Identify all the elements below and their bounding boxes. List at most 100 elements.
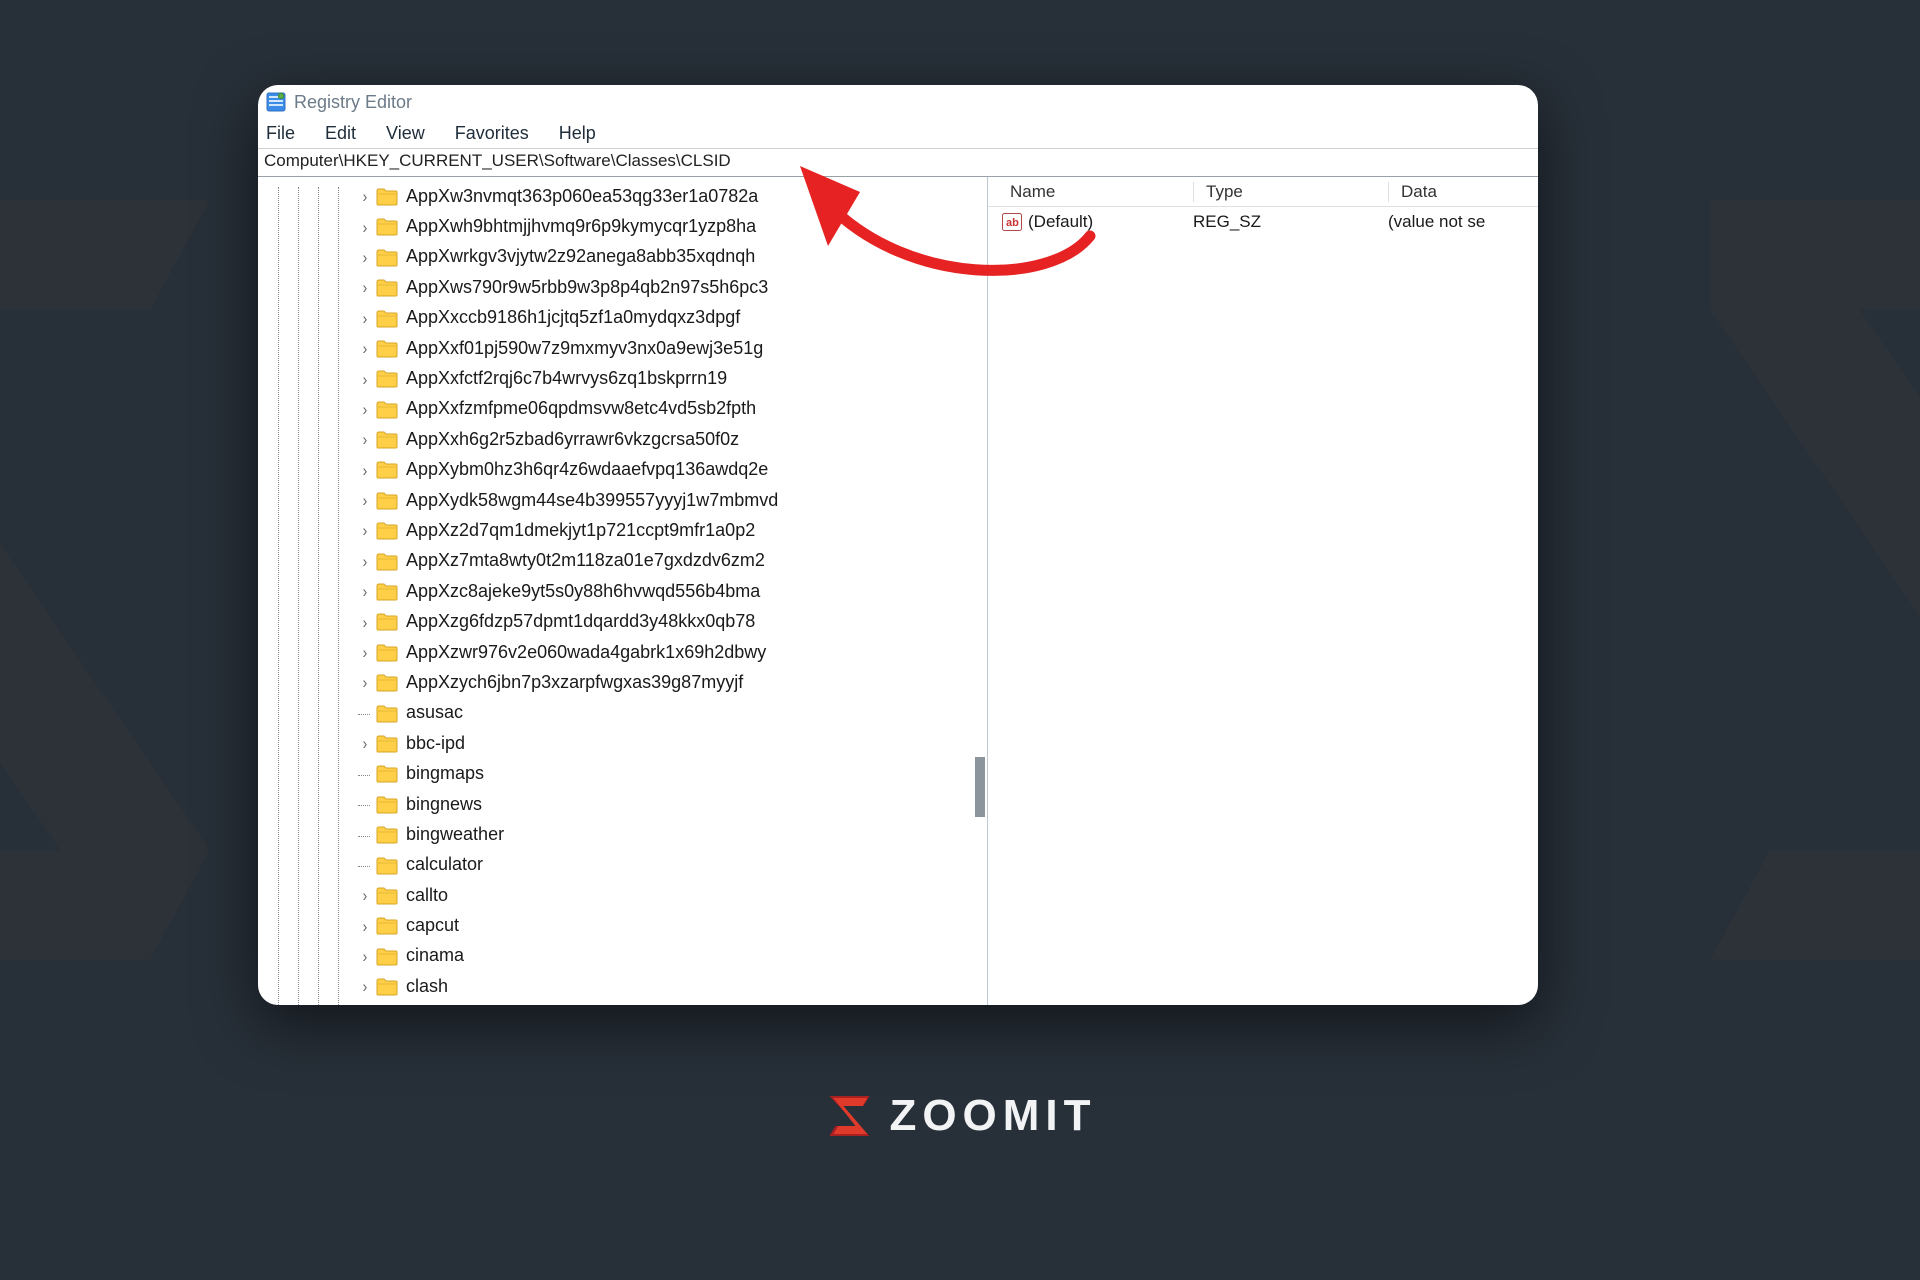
folder-icon bbox=[376, 520, 404, 541]
folder-icon bbox=[376, 763, 404, 784]
expand-arrow-icon[interactable] bbox=[358, 279, 372, 295]
tree-item[interactable]: bingnews bbox=[258, 789, 987, 819]
expand-arrow-icon[interactable] bbox=[358, 188, 372, 204]
tree-item[interactable]: asusac bbox=[258, 698, 987, 728]
registry-editor-window: Registry Editor File Edit View Favorites… bbox=[258, 85, 1538, 1005]
tree-item[interactable]: AppXydk58wgm44se4b399557yyyj1w7mbmvd bbox=[258, 485, 987, 515]
tree-pane[interactable]: AppXw3nvmqt363p060ea53qg33er1a0782a AppXw… bbox=[258, 177, 988, 1005]
folder-icon bbox=[376, 794, 404, 815]
expand-arrow-icon[interactable] bbox=[358, 371, 372, 387]
expand-arrow-icon[interactable] bbox=[358, 219, 372, 235]
tree-item[interactable]: cinama bbox=[258, 941, 987, 971]
expand-arrow-icon[interactable] bbox=[358, 614, 372, 630]
tree-item-label: AppXw3nvmqt363p060ea53qg33er1a0782a bbox=[404, 186, 760, 207]
folder-icon bbox=[376, 733, 404, 754]
expand-arrow-icon[interactable] bbox=[358, 431, 372, 447]
folder-icon bbox=[376, 885, 404, 906]
tree-item[interactable]: capcut bbox=[258, 910, 987, 940]
expand-arrow-icon[interactable] bbox=[358, 310, 372, 326]
menu-edit[interactable]: Edit bbox=[325, 123, 356, 144]
expand-arrow-icon[interactable] bbox=[358, 674, 372, 690]
value-data: (value not se bbox=[1388, 212, 1538, 232]
folder-icon bbox=[376, 945, 404, 966]
tree-item-label: clash bbox=[404, 976, 450, 997]
folder-icon bbox=[376, 429, 404, 450]
tree-item[interactable]: AppXwrkgv3vjytw2z92anega8abb35xqdnqh bbox=[258, 242, 987, 272]
tree-item-label: AppXxf01pj590w7z9mxmyv3nx0a9ewj3e51g bbox=[404, 338, 765, 359]
tree-item[interactable]: AppXzwr976v2e060wada4gabrk1x69h2dbwy bbox=[258, 637, 987, 667]
menu-favorites[interactable]: Favorites bbox=[455, 123, 529, 144]
window-title: Registry Editor bbox=[294, 92, 412, 113]
tree-item[interactable]: bingweather bbox=[258, 819, 987, 849]
tree-item-label: capcut bbox=[404, 915, 461, 936]
scrollbar-thumb[interactable] bbox=[975, 757, 985, 817]
tree-item[interactable]: AppXybm0hz3h6qr4z6wdaaefvpq136awdq2e bbox=[258, 455, 987, 485]
tree-item-label: AppXwrkgv3vjytw2z92anega8abb35xqdnqh bbox=[404, 246, 757, 267]
folder-icon bbox=[376, 642, 404, 663]
tree-item[interactable]: AppXzg6fdzp57dpmt1dqardd3y48kkx0qb78 bbox=[258, 606, 987, 636]
menu-view[interactable]: View bbox=[386, 123, 425, 144]
tree-item[interactable]: AppXz2d7qm1dmekjyt1p721ccpt9mfr1a0p2 bbox=[258, 515, 987, 545]
tree-item[interactable]: AppXxccb9186h1jcjtq5zf1a0mydqxz3dpgf bbox=[258, 303, 987, 333]
menu-help[interactable]: Help bbox=[559, 123, 596, 144]
folder-icon bbox=[376, 490, 404, 511]
folder-icon bbox=[376, 186, 404, 207]
tree-item-label: cinama bbox=[404, 945, 466, 966]
tree-item[interactable]: AppXzc8ajeke9yt5s0y88h6hvwqd556b4bma bbox=[258, 576, 987, 606]
expand-arrow-icon[interactable] bbox=[358, 553, 372, 569]
tree-item[interactable]: AppXxh6g2r5zbad6yrrawr6vkzgcrsa50f0z bbox=[258, 424, 987, 454]
expand-arrow-icon[interactable] bbox=[358, 492, 372, 508]
col-data[interactable]: Data bbox=[1388, 182, 1538, 202]
expand-arrow-icon[interactable] bbox=[358, 887, 372, 903]
col-type[interactable]: Type bbox=[1193, 182, 1388, 202]
values-header: Name Type Data bbox=[988, 177, 1538, 207]
tree-item[interactable]: AppXws790r9w5rbb9w3p8p4qb2n97s5h6pc3 bbox=[258, 272, 987, 302]
expand-arrow-icon[interactable] bbox=[358, 735, 372, 751]
tree-item-label: asusac bbox=[404, 702, 465, 723]
tree-item-label: callto bbox=[404, 885, 450, 906]
regedit-icon bbox=[266, 92, 286, 112]
tree-item-label: AppXzg6fdzp57dpmt1dqardd3y48kkx0qb78 bbox=[404, 611, 757, 632]
zoomit-logo: ZOOMIT bbox=[823, 1090, 1096, 1142]
tree-item[interactable]: AppXzych6jbn7p3xzarpfwgxas39g87myyjf bbox=[258, 667, 987, 697]
expand-arrow-icon[interactable] bbox=[358, 401, 372, 417]
tree-item[interactable]: AppXw3nvmqt363p060ea53qg33er1a0782a bbox=[258, 181, 987, 211]
tree-item[interactable]: bingmaps bbox=[258, 758, 987, 788]
string-value-icon: ab bbox=[1002, 213, 1022, 231]
expand-arrow-icon[interactable] bbox=[358, 462, 372, 478]
tree-item[interactable]: callto bbox=[258, 880, 987, 910]
expand-arrow-icon[interactable] bbox=[358, 644, 372, 660]
value-row[interactable]: ab (Default) REG_SZ (value not se bbox=[988, 207, 1538, 237]
tree-item[interactable]: clash bbox=[258, 971, 987, 1001]
tree-item[interactable]: AppXxfzmfpme06qpdmsvw8etc4vd5sb2fpth bbox=[258, 394, 987, 424]
address-bar[interactable]: Computer\HKEY_CURRENT_USER\Software\Clas… bbox=[258, 149, 1538, 177]
folder-icon bbox=[376, 611, 404, 632]
tree-item-label: AppXz7mta8wty0t2m118za01e7gxdzdv6zm2 bbox=[404, 550, 767, 571]
expand-arrow-icon[interactable] bbox=[358, 978, 372, 994]
tree-item[interactable]: calculator bbox=[258, 850, 987, 880]
folder-icon bbox=[376, 672, 404, 693]
menu-file[interactable]: File bbox=[266, 123, 295, 144]
tree-item-label: AppXzc8ajeke9yt5s0y88h6hvwqd556b4bma bbox=[404, 581, 762, 602]
values-pane[interactable]: Name Type Data ab (Default) REG_SZ (valu… bbox=[988, 177, 1538, 1005]
expand-arrow-icon[interactable] bbox=[358, 522, 372, 538]
tree-item[interactable]: CLSID bbox=[258, 1002, 987, 1005]
folder-icon bbox=[376, 368, 404, 389]
col-name[interactable]: Name bbox=[988, 182, 1193, 202]
folder-icon bbox=[376, 581, 404, 602]
tree-scrollbar[interactable] bbox=[969, 177, 985, 1005]
tree-item[interactable]: AppXxfctf2rqj6c7b4wrvys6zq1bskprrn19 bbox=[258, 363, 987, 393]
expand-arrow-icon[interactable] bbox=[358, 948, 372, 964]
tree-item[interactable]: AppXxf01pj590w7z9mxmyv3nx0a9ewj3e51g bbox=[258, 333, 987, 363]
tree-item-label: AppXxfctf2rqj6c7b4wrvys6zq1bskprrn19 bbox=[404, 368, 729, 389]
tree-item[interactable]: AppXz7mta8wty0t2m118za01e7gxdzdv6zm2 bbox=[258, 546, 987, 576]
folder-icon bbox=[376, 277, 404, 298]
expand-arrow-icon[interactable] bbox=[358, 583, 372, 599]
tree-item-label: AppXxh6g2r5zbad6yrrawr6vkzgcrsa50f0z bbox=[404, 429, 741, 450]
folder-icon bbox=[376, 459, 404, 480]
expand-arrow-icon[interactable] bbox=[358, 340, 372, 356]
tree-item[interactable]: AppXwh9bhtmjjhvmq9r6p9kymycqr1yzp8ha bbox=[258, 211, 987, 241]
tree-item[interactable]: bbc-ipd bbox=[258, 728, 987, 758]
expand-arrow-icon[interactable] bbox=[358, 249, 372, 265]
expand-arrow-icon[interactable] bbox=[358, 918, 372, 934]
